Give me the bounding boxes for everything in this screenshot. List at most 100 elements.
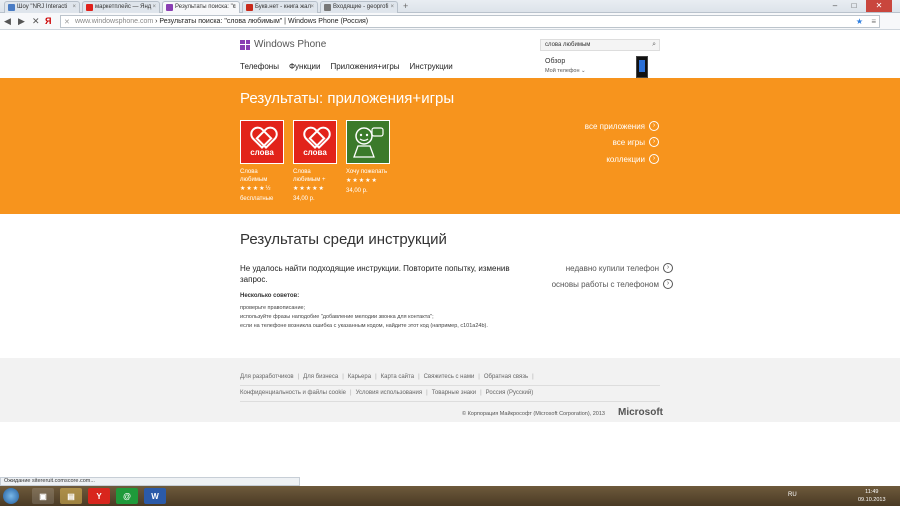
mail-agent-icon[interactable]: @ — [116, 488, 138, 504]
favicon-icon — [8, 4, 15, 11]
copyright: © Корпорация Майкрософт (Microsoft Corpo… — [462, 411, 605, 417]
browser-tab[interactable]: Входящие - geoprofi × — [320, 1, 398, 13]
bookmark-star-icon[interactable]: ★ — [856, 16, 863, 27]
no-results-message: Не удалось найти подходящие инструкции. … — [240, 264, 510, 284]
footer-divider — [240, 385, 660, 386]
apps-results-section: Результаты: приложения+игры слова Слова л… — [0, 78, 900, 214]
language-indicator[interactable]: RU — [788, 492, 797, 498]
app-card[interactable]: Хочу пожелать ★★★★★ 34,00 р. — [346, 120, 394, 194]
instructions-results-title: Результаты среди инструкций — [240, 231, 447, 248]
arrow-right-icon: › — [649, 154, 659, 164]
app-tile[interactable]: слова — [240, 120, 284, 164]
address-bar-row: ◀ ▶ ✕ Я ✕ www.windowsphone.com › Результ… — [0, 13, 900, 30]
browser-tab-bar: Шоу "NRJ Interacti × маркетплейс — Янд ×… — [0, 0, 900, 13]
phone-thumbnail — [636, 56, 648, 78]
cartoon-face-icon — [353, 127, 384, 158]
heart-icon — [304, 128, 326, 146]
browser-tab-active[interactable]: Результаты поиска: "с × — [162, 1, 240, 13]
arrow-right-icon: › — [649, 137, 659, 147]
windows-phone-logo[interactable]: Windows Phone — [240, 39, 326, 50]
footer-link[interactable]: Карта сайта — [381, 374, 414, 380]
rating-stars: ★★★★★ — [346, 178, 378, 184]
app-price: бесплатные — [240, 196, 274, 202]
tips-title: Несколько советов: — [240, 293, 300, 299]
settings-icon[interactable]: ≡ — [871, 16, 876, 27]
reload-button[interactable]: ✕ — [32, 15, 40, 27]
footer-link[interactable]: Свяжитесь с нами — [424, 374, 475, 380]
word-icon[interactable]: W — [144, 488, 166, 504]
my-phone-dropdown[interactable]: Мой телефон ⌄ — [545, 68, 586, 74]
app-price: 34,00 р. — [293, 196, 315, 202]
site-footer: Для разработчиков | Для бизнеса | Карьера |… — [0, 358, 900, 422]
rating-stars: ★★★★★ — [293, 186, 325, 192]
yandex-home-button[interactable]: Я — [45, 15, 51, 27]
close-tab-icon[interactable]: × — [310, 2, 314, 13]
favicon-icon — [324, 4, 331, 11]
recently-bought-phone-link[interactable]: недавно купили телефон › — [566, 263, 673, 273]
heart-icon — [251, 128, 273, 146]
system-clock[interactable]: 11:49 09.10.2013 — [858, 488, 886, 504]
nav-item-features[interactable]: Функции — [289, 62, 321, 71]
windows-taskbar: ▣ ▤ Y @ W RU 11:49 09.10.2013 — [0, 486, 900, 506]
nav-item-phones[interactable]: Телефоны — [240, 62, 279, 71]
yandex-browser-icon[interactable]: Y — [88, 488, 110, 504]
search-input[interactable]: слова любимым ⌕ — [540, 39, 660, 51]
site-header: Windows Phone слова любимым ⌕ Телефоны Ф… — [240, 36, 660, 78]
nav-item-howto[interactable]: Инструкции — [410, 62, 453, 71]
footer-divider — [240, 401, 660, 402]
windows-logo-icon — [240, 39, 250, 50]
main-nav: Телефоны Функции Приложения+игры Инструк… — [240, 62, 463, 71]
arrow-right-icon: › — [649, 121, 659, 131]
favicon-icon — [166, 4, 173, 11]
browser-tab[interactable]: маркетплейс — Янд × — [82, 1, 160, 13]
favicon-icon — [246, 4, 253, 11]
back-button[interactable]: ◀ — [4, 15, 11, 27]
app-card[interactable]: слова Слова любимым + ★★★★★ 34,00 р. — [293, 120, 341, 202]
new-tab-button[interactable]: + — [403, 1, 408, 12]
app-card[interactable]: слова Слова любимым ★★★★½ бесплатные — [240, 120, 288, 202]
footer-link[interactable]: Для бизнеса — [303, 374, 338, 380]
maximize-button[interactable]: □ — [845, 0, 863, 12]
save-app-icon[interactable]: ▣ — [32, 488, 54, 504]
close-window-button[interactable]: ✕ — [866, 0, 892, 12]
microsoft-logo[interactable]: Microsoft — [618, 407, 663, 418]
footer-link[interactable]: Товарные знаки — [432, 390, 476, 396]
nav-item-apps-games[interactable]: Приложения+игры — [330, 62, 399, 71]
apps-results-title: Результаты: приложения+игры — [240, 90, 455, 107]
forward-button[interactable]: ▶ — [18, 15, 25, 27]
browser-tab[interactable]: Шоу "NRJ Interacti × — [4, 1, 80, 13]
tip-item: используйте фразы наподобие "добавление … — [240, 314, 434, 320]
footer-link[interactable]: Для разработчиков — [240, 374, 294, 380]
close-tab-icon[interactable]: × — [152, 2, 156, 13]
footer-link[interactable]: Обратная связь — [484, 374, 528, 380]
browser-tab[interactable]: Букв.нет - книга жал × — [242, 1, 318, 13]
start-button[interactable] — [3, 488, 19, 504]
search-icon[interactable]: ⌕ — [652, 40, 656, 50]
arrow-right-icon: › — [663, 279, 673, 289]
all-games-link[interactable]: все игры › — [613, 137, 659, 147]
phone-basics-link[interactable]: основы работы с телефоном › — [552, 279, 673, 289]
overview-link[interactable]: Обзор — [545, 58, 565, 65]
rating-stars: ★★★★½ — [240, 186, 272, 192]
footer-links-primary: Для разработчиков | Для бизнеса | Карьера |… — [240, 374, 534, 380]
tip-item: проверьте правописание; — [240, 305, 306, 311]
app-tile[interactable]: слова — [293, 120, 337, 164]
minimize-button[interactable]: – — [826, 0, 844, 12]
favicon-icon — [86, 4, 93, 11]
url-input[interactable]: ✕ www.windowsphone.com › Результаты поис… — [60, 15, 880, 28]
footer-link[interactable]: Конфиденциальность и файлы cookie — [240, 390, 346, 396]
collections-link[interactable]: коллекции › — [606, 154, 659, 164]
app-tile[interactable] — [346, 120, 390, 164]
close-tab-icon[interactable]: × — [232, 2, 236, 13]
folder-icon[interactable]: ▤ — [60, 488, 82, 504]
tip-item: если на телефоне возникла ошибка с указа… — [240, 323, 488, 329]
all-apps-link[interactable]: все приложения › — [585, 121, 659, 131]
footer-links-secondary: Конфиденциальность и файлы cookie | Услов… — [240, 390, 534, 396]
page-icon: ✕ — [64, 19, 70, 26]
close-tab-icon[interactable]: × — [72, 2, 76, 13]
footer-link[interactable]: Карьера — [348, 374, 371, 380]
arrow-right-icon: › — [663, 263, 673, 273]
footer-link[interactable]: Россия (Русский) — [486, 390, 534, 396]
close-tab-icon[interactable]: × — [390, 2, 394, 13]
footer-link[interactable]: Условия использования — [356, 390, 423, 396]
